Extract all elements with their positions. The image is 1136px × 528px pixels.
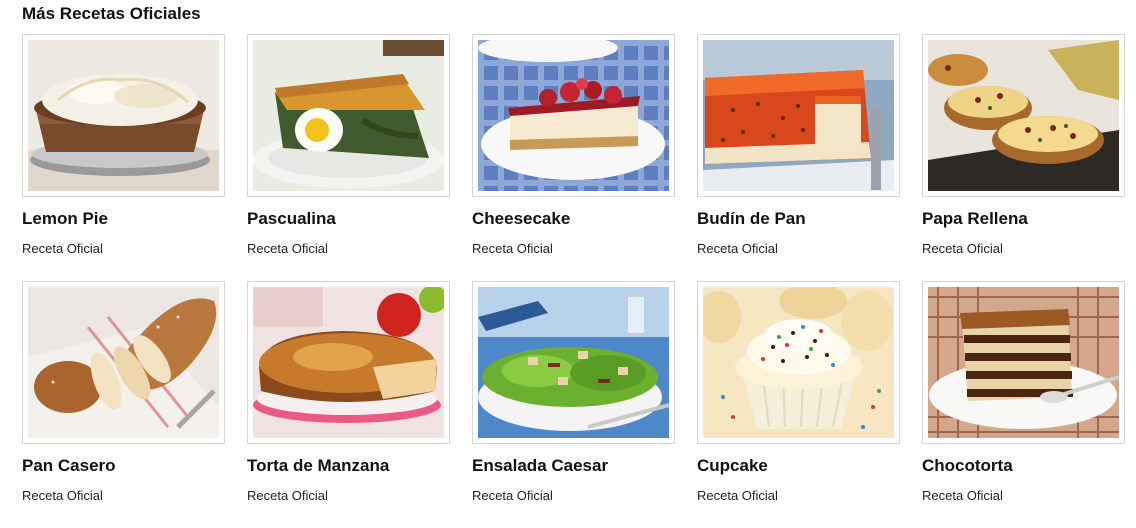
recipe-card-budin-de-pan[interactable]: Budín de Pan Receta Oficial	[697, 34, 900, 281]
recipe-tag: Receta Oficial	[922, 488, 1003, 503]
recipe-grid: Lemon Pie Receta Oficial Pascualina Rece…	[22, 34, 1125, 528]
recipe-image-chocotorta[interactable]	[922, 281, 1125, 444]
recipe-tag: Receta Oficial	[22, 488, 103, 503]
recipe-image-budin-de-pan[interactable]	[697, 34, 900, 197]
recipe-tag: Receta Oficial	[247, 488, 328, 503]
recipe-title[interactable]: Lemon Pie	[22, 209, 225, 229]
section-title: Más Recetas Oficiales	[22, 4, 201, 23]
recipe-tag: Receta Oficial	[697, 488, 778, 503]
recipe-image-lemon-pie[interactable]	[22, 34, 225, 197]
recipe-card-cheesecake[interactable]: Cheesecake Receta Oficial	[472, 34, 675, 281]
recipe-card-pan-casero[interactable]: Pan Casero Receta Oficial	[22, 281, 225, 528]
recipe-tag: Receta Oficial	[922, 241, 1003, 256]
recipe-image-torta-de-manzana[interactable]	[247, 281, 450, 444]
recipe-title[interactable]: Papa Rellena	[922, 209, 1125, 229]
recipe-card-lemon-pie[interactable]: Lemon Pie Receta Oficial	[22, 34, 225, 281]
recipe-image-cheesecake[interactable]	[472, 34, 675, 197]
recipe-title[interactable]: Pan Casero	[22, 456, 225, 476]
recipe-image-cupcake[interactable]	[697, 281, 900, 444]
recipe-image-pan-casero[interactable]	[22, 281, 225, 444]
recipe-image-pascualina[interactable]	[247, 34, 450, 197]
recipe-title[interactable]: Torta de Manzana	[247, 456, 450, 476]
recipe-tag: Receta Oficial	[22, 241, 103, 256]
recipe-card-papa-rellena[interactable]: Papa Rellena Receta Oficial	[922, 34, 1125, 281]
recipe-card-chocotorta[interactable]: Chocotorta Receta Oficial	[922, 281, 1125, 528]
recipe-card-cupcake[interactable]: Cupcake Receta Oficial	[697, 281, 900, 528]
recipe-title[interactable]: Pascualina	[247, 209, 450, 229]
recipe-title[interactable]: Ensalada Caesar	[472, 456, 675, 476]
recipe-card-pascualina[interactable]: Pascualina Receta Oficial	[247, 34, 450, 281]
recipe-title[interactable]: Cupcake	[697, 456, 900, 476]
recipe-title[interactable]: Budín de Pan	[697, 209, 900, 229]
recipe-card-ensalada-caesar[interactable]: Ensalada Caesar Receta Oficial	[472, 281, 675, 528]
recipe-tag: Receta Oficial	[247, 241, 328, 256]
recipe-image-ensalada-caesar[interactable]	[472, 281, 675, 444]
recipe-title[interactable]: Chocotorta	[922, 456, 1125, 476]
recipe-tag: Receta Oficial	[472, 241, 553, 256]
recipe-title[interactable]: Cheesecake	[472, 209, 675, 229]
recipe-image-papa-rellena[interactable]	[922, 34, 1125, 197]
recipe-tag: Receta Oficial	[472, 488, 553, 503]
recipe-tag: Receta Oficial	[697, 241, 778, 256]
recipe-card-torta-de-manzana[interactable]: Torta de Manzana Receta Oficial	[247, 281, 450, 528]
